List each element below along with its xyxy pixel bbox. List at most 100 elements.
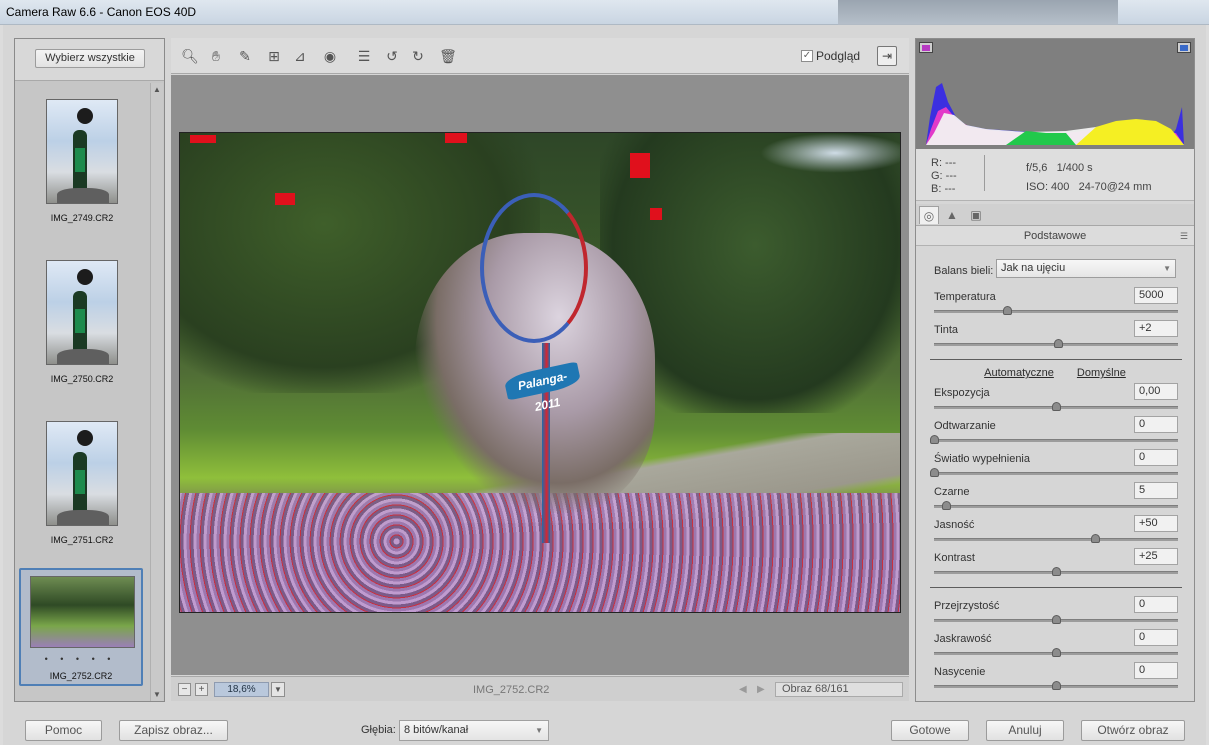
thumbnail-filename: IMG_2751.CR2 bbox=[50, 535, 114, 545]
trash-icon[interactable]: 🗑︎ bbox=[439, 47, 457, 65]
fullscreen-icon[interactable]: ⇥ bbox=[877, 46, 897, 66]
scroll-up-icon[interactable]: ▲ bbox=[153, 85, 161, 94]
save-image-button[interactable]: Zapisz obraz... bbox=[119, 720, 228, 741]
slider-knob[interactable] bbox=[1052, 402, 1061, 411]
auto-default-links: Automatyczne Domyślne bbox=[916, 367, 1194, 379]
title-bar: Camera Raw 6.6 - Canon EOS 40D bbox=[0, 0, 1209, 25]
preview-toggle[interactable]: ✓ Podgląd bbox=[801, 49, 860, 63]
divider bbox=[930, 587, 1182, 588]
white-balance-select[interactable]: Jak na ujęciu ▼ bbox=[996, 259, 1176, 278]
info-readout: R: --- G: --- B: --- f/5,6 1/400 s ISO: … bbox=[916, 149, 1194, 201]
value-field[interactable]: +25 bbox=[1134, 548, 1178, 565]
shutter-value: 1/400 s bbox=[1056, 162, 1093, 174]
thumbnail-filename: IMG_2750.CR2 bbox=[50, 374, 114, 384]
slider-knob[interactable] bbox=[930, 468, 939, 477]
thumbnail-image bbox=[46, 421, 118, 526]
slider-knob[interactable] bbox=[930, 435, 939, 444]
blue-readout: B: --- bbox=[931, 183, 956, 195]
basic-tab-icon[interactable]: ◎ bbox=[919, 206, 939, 224]
depth-select[interactable]: 8 bitów/kanał ▼ bbox=[399, 720, 549, 741]
filmstrip-item-selected[interactable]: • • • • • IMG_2752.CR2 bbox=[19, 568, 143, 686]
slider-knob[interactable] bbox=[1052, 615, 1061, 624]
chevron-down-icon: ▼ bbox=[1163, 264, 1171, 273]
filmstrip-item[interactable]: IMG_2750.CR2 bbox=[21, 250, 143, 410]
scroll-down-icon[interactable]: ▼ bbox=[153, 690, 161, 699]
filmstrip-panel: Wybierz wszystkie IMG_2749.CR2 IMG_2750.… bbox=[14, 38, 165, 702]
rotate-right-icon[interactable]: ↻ bbox=[409, 47, 427, 65]
rotate-left-icon[interactable]: ↺ bbox=[383, 47, 401, 65]
histogram bbox=[916, 39, 1194, 149]
tool-bar: 🔍︎ ✋︎ ✎ ⊞ ⊿ ◉ ☰ ↺ ↻ 🗑︎ ✓ Podgląd ⇥ bbox=[171, 38, 909, 74]
value-field[interactable]: +50 bbox=[1134, 515, 1178, 532]
highlight-clipping-icon[interactable] bbox=[1177, 42, 1191, 53]
adjustments-panel: R: --- G: --- B: --- f/5,6 1/400 s ISO: … bbox=[915, 38, 1195, 702]
image-nav[interactable]: ◀ ▶ bbox=[733, 682, 775, 697]
filmstrip-item[interactable]: IMG_2749.CR2 bbox=[21, 89, 143, 249]
white-balance-label: Balans bieli: bbox=[934, 265, 994, 277]
value-field[interactable]: 5 bbox=[1134, 482, 1178, 499]
zoom-out-button[interactable]: − bbox=[178, 683, 191, 696]
eyedropper-icon[interactable]: ✎ bbox=[236, 47, 254, 65]
filmstrip-item[interactable]: IMG_2751.CR2 bbox=[21, 411, 143, 571]
tone-curve-tab-icon[interactable]: ▲ bbox=[942, 206, 962, 224]
canvas-status-bar: − + 18,6% ▼ IMG_2752.CR2 ◀ ▶ Obraz 68/16… bbox=[171, 676, 909, 701]
slider-knob[interactable] bbox=[1054, 339, 1064, 348]
camera-tab-icon[interactable]: ▣ bbox=[966, 206, 986, 224]
slider-tint[interactable]: Tinta +2 bbox=[934, 320, 1178, 357]
slider-knob[interactable] bbox=[942, 501, 952, 510]
slider-knob[interactable] bbox=[1091, 534, 1101, 543]
redeye-icon[interactable]: ◉ bbox=[321, 47, 339, 65]
value-field[interactable]: 0 bbox=[1134, 416, 1178, 433]
preview-label: Podgląd bbox=[816, 49, 861, 63]
zoom-dropdown-icon[interactable]: ▼ bbox=[271, 682, 285, 697]
value-field[interactable]: +2 bbox=[1134, 320, 1178, 337]
default-link[interactable]: Domyślne bbox=[1077, 367, 1126, 379]
list-icon[interactable]: ☰ bbox=[355, 47, 373, 65]
auto-link[interactable]: Automatyczne bbox=[984, 367, 1054, 379]
thumbnail-filename: IMG_2752.CR2 bbox=[49, 671, 113, 681]
slider-knob[interactable] bbox=[1052, 681, 1061, 690]
slider-knob[interactable] bbox=[1003, 306, 1013, 315]
value-field[interactable]: 0 bbox=[1134, 449, 1178, 466]
prev-image-icon[interactable]: ◀ bbox=[739, 684, 747, 695]
histogram-graph bbox=[926, 83, 1184, 145]
value-field[interactable]: 0,00 bbox=[1134, 383, 1178, 400]
slider-knob[interactable] bbox=[1052, 648, 1061, 657]
value-field[interactable]: 0 bbox=[1134, 662, 1178, 679]
slider-saturation[interactable]: Nasycenie 0 bbox=[934, 662, 1178, 699]
open-image-button[interactable]: Otwórz obraz bbox=[1081, 720, 1185, 741]
hand-icon[interactable]: ✋︎ bbox=[207, 47, 225, 65]
value-field[interactable]: 0 bbox=[1134, 596, 1178, 613]
rating-stars[interactable]: • • • • • bbox=[21, 654, 139, 664]
preview-checkbox[interactable]: ✓ bbox=[801, 50, 813, 62]
preview-image[interactable]: Palanga-2011 bbox=[179, 132, 901, 613]
window-title: Camera Raw 6.6 - Canon EOS 40D bbox=[6, 5, 197, 19]
zoom-icon[interactable]: 🔍︎ bbox=[181, 47, 199, 65]
zoom-level[interactable]: 18,6% bbox=[214, 682, 269, 697]
crop-icon[interactable]: ⊞ bbox=[265, 47, 283, 65]
red-readout: R: --- bbox=[931, 157, 957, 169]
zoom-in-button[interactable]: + bbox=[195, 683, 208, 696]
image-canvas[interactable]: Palanga-2011 bbox=[171, 75, 909, 675]
help-button[interactable]: Pomoc bbox=[25, 720, 102, 741]
divider bbox=[930, 359, 1182, 360]
straighten-icon[interactable]: ⊿ bbox=[291, 47, 309, 65]
chevron-down-icon: ▼ bbox=[535, 726, 543, 735]
panel-title: Podstawowe ☰ bbox=[916, 226, 1194, 246]
done-button[interactable]: Gotowe bbox=[891, 720, 969, 741]
value-field[interactable]: 0 bbox=[1134, 629, 1178, 646]
slider-knob[interactable] bbox=[1052, 567, 1061, 576]
select-all-button[interactable]: Wybierz wszystkie bbox=[35, 49, 145, 68]
next-image-icon[interactable]: ▶ bbox=[757, 684, 765, 695]
slider-contrast[interactable]: Kontrast +25 bbox=[934, 548, 1178, 585]
cancel-button[interactable]: Anuluj bbox=[986, 720, 1064, 741]
lens-value: 24-70@24 mm bbox=[1078, 181, 1152, 193]
green-readout: G: --- bbox=[931, 170, 957, 182]
panel-menu-icon[interactable]: ☰ bbox=[1180, 226, 1188, 246]
shadow-clipping-icon[interactable] bbox=[919, 42, 933, 53]
filmstrip-scrollbar[interactable]: ▲ ▼ bbox=[150, 83, 163, 701]
thumbnail-image bbox=[46, 99, 118, 204]
value-field[interactable]: 5000 bbox=[1134, 287, 1178, 304]
ring-sculpture bbox=[480, 193, 588, 343]
panel-tabs: ◎ ▲ ▣ bbox=[916, 204, 1194, 226]
